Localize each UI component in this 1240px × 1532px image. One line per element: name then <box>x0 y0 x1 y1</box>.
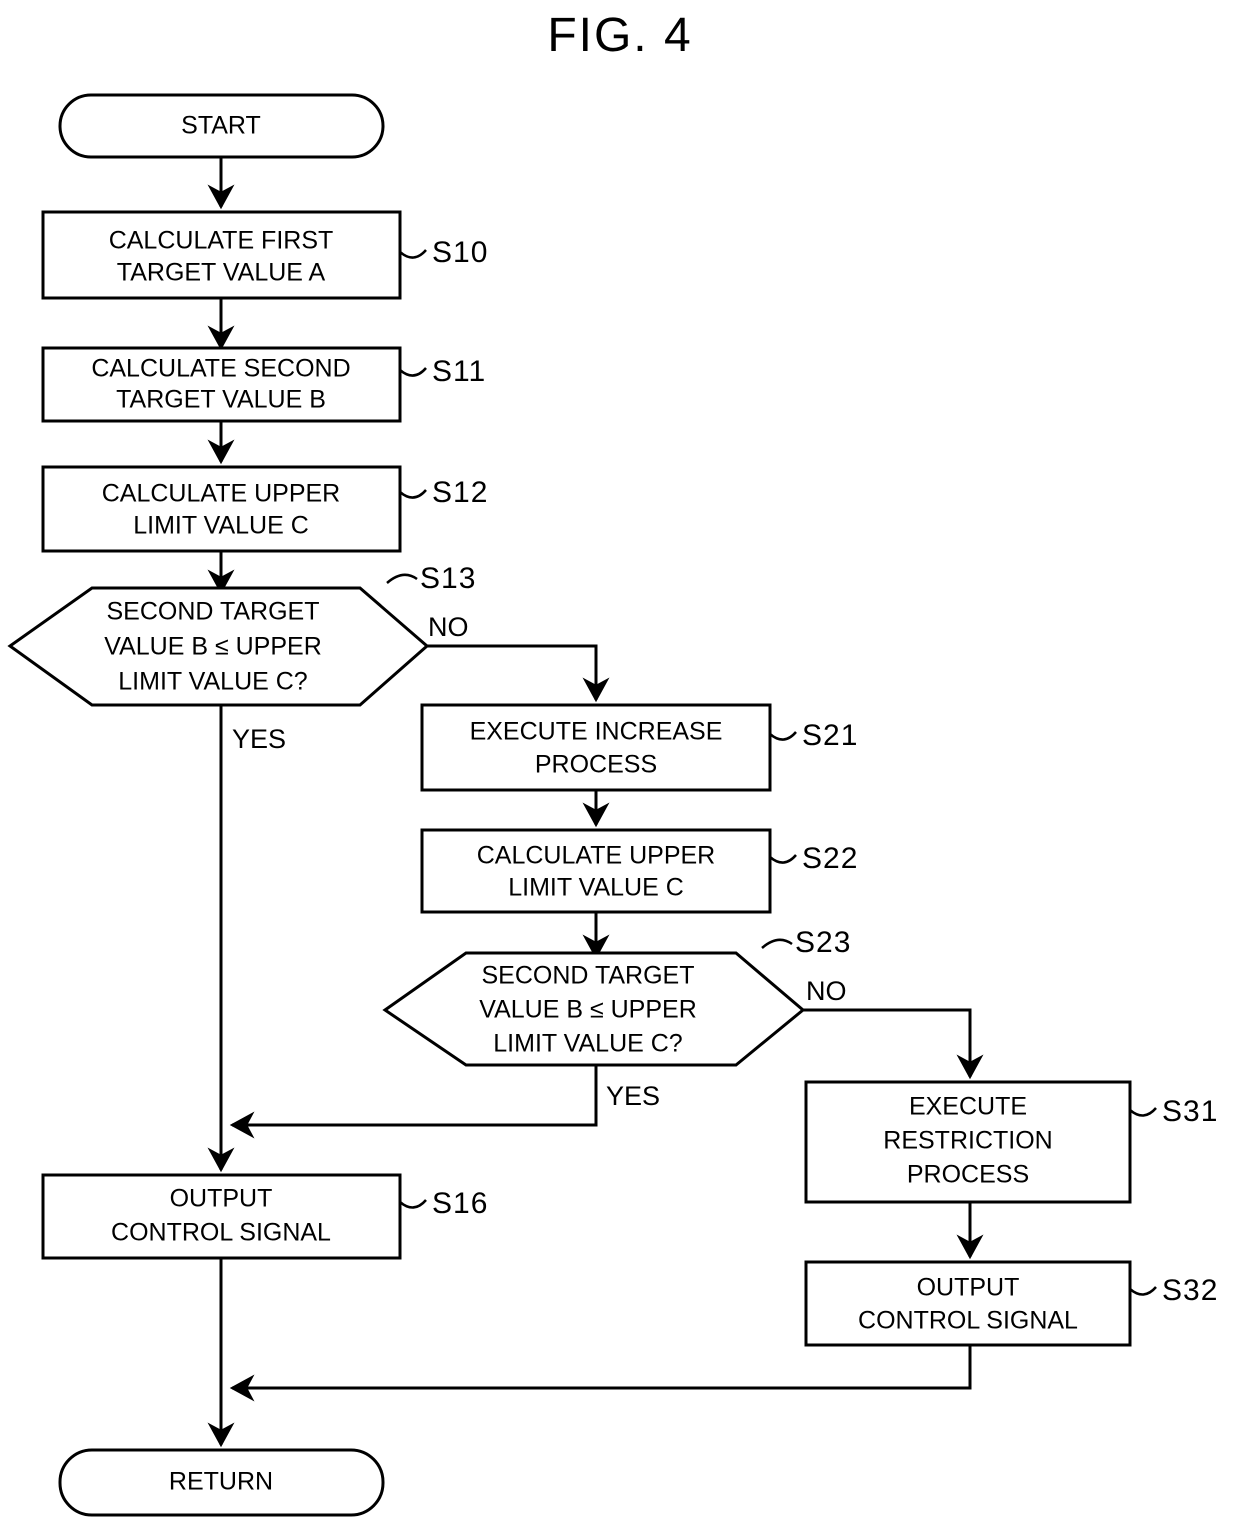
s31-label-line1: EXECUTE <box>909 1093 1027 1121</box>
connector-s32-to-main <box>229 1345 972 1402</box>
return-label: RETURN <box>169 1468 273 1496</box>
start-label: START <box>181 112 261 140</box>
s32-label-line1: OUTPUT <box>917 1274 1020 1302</box>
connector-s13-no-to-s21 <box>427 644 610 703</box>
s32-label-line2: CONTROL SIGNAL <box>858 1307 1078 1335</box>
s22-label-line2: LIMIT VALUE C <box>508 874 684 902</box>
s10-label-line1: CALCULATE FIRST <box>109 227 334 255</box>
s12-label-line2: LIMIT VALUE C <box>133 512 309 540</box>
s31-step-tag: S31 <box>1162 1095 1218 1128</box>
s23-no-label: NO <box>806 976 847 1006</box>
s32-tag-leader <box>1129 1286 1157 1296</box>
s32-step-tag: S32 <box>1162 1274 1218 1307</box>
s21-label-line1: EXECUTE INCREASE <box>470 718 723 746</box>
node-s13[interactable]: SECOND TARGET VALUE B ≤ UPPER LIMIT VALU… <box>7 562 476 754</box>
s23-yes-label: YES <box>606 1081 660 1111</box>
node-s23[interactable]: SECOND TARGET VALUE B ≤ UPPER LIMIT VALU… <box>382 926 851 1111</box>
s21-tag-leader <box>769 731 797 741</box>
s16-step-tag: S16 <box>432 1187 488 1220</box>
s12-label-line1: CALCULATE UPPER <box>102 480 341 508</box>
s13-tag-leader <box>386 573 418 584</box>
s31-label-line3: PROCESS <box>907 1161 1029 1189</box>
node-s10[interactable]: CALCULATE FIRST TARGET VALUE A S10 <box>41 210 488 300</box>
s22-step-tag: S22 <box>802 842 858 875</box>
s13-label-line1: SECOND TARGET <box>107 598 320 626</box>
s13-label-line3: LIMIT VALUE C? <box>118 668 307 696</box>
node-s11[interactable]: CALCULATE SECOND TARGET VALUE B S11 <box>41 346 486 423</box>
figure-page: FIG. 4 START CALCULATE FIRST TARGET VALU… <box>0 0 1240 1532</box>
flowchart-canvas: START CALCULATE FIRST TARGET VALUE A S10… <box>7 93 1218 1517</box>
s16-label-line2: CONTROL SIGNAL <box>111 1219 331 1247</box>
node-s21[interactable]: EXECUTE INCREASE PROCESS S21 <box>420 703 858 792</box>
s16-tag-leader <box>399 1199 427 1209</box>
s13-no-label: NO <box>428 612 469 642</box>
s16-label-line1: OUTPUT <box>170 1185 273 1213</box>
node-return[interactable]: RETURN <box>58 1448 385 1517</box>
s22-label-line1: CALCULATE UPPER <box>477 842 716 870</box>
node-s32[interactable]: OUTPUT CONTROL SIGNAL S32 <box>804 1260 1218 1347</box>
s11-label-line2: TARGET VALUE B <box>116 386 326 414</box>
s11-step-tag: S11 <box>432 355 486 388</box>
s23-tag-leader <box>761 938 793 949</box>
s11-tag-leader <box>399 367 427 377</box>
s23-label-line1: SECOND TARGET <box>482 962 695 990</box>
s31-tag-leader <box>1129 1107 1157 1117</box>
s13-step-tag: S13 <box>420 562 476 595</box>
s10-label-line2: TARGET VALUE A <box>117 259 326 287</box>
s10-step-tag: S10 <box>432 236 488 269</box>
s31-label-line2: RESTRICTION <box>883 1127 1052 1155</box>
s13-yes-label: YES <box>232 724 286 754</box>
s10-tag-leader <box>399 249 427 259</box>
s13-label-line2: VALUE B ≤ UPPER <box>104 633 322 661</box>
s23-label-line3: LIMIT VALUE C? <box>493 1030 682 1058</box>
node-start[interactable]: START <box>58 93 385 159</box>
s12-tag-leader <box>399 489 427 499</box>
node-s16[interactable]: OUTPUT CONTROL SIGNAL S16 <box>41 1173 488 1260</box>
s23-label-line2: VALUE B ≤ UPPER <box>479 996 697 1024</box>
connector-s23-yes-to-main <box>229 1065 598 1139</box>
node-s31[interactable]: EXECUTE RESTRICTION PROCESS S31 <box>804 1080 1218 1204</box>
s23-step-tag: S23 <box>795 926 851 959</box>
node-s22[interactable]: CALCULATE UPPER LIMIT VALUE C S22 <box>420 828 858 914</box>
node-s12[interactable]: CALCULATE UPPER LIMIT VALUE C S12 <box>41 465 488 553</box>
s22-tag-leader <box>769 854 797 864</box>
connector-s23-no-to-s31 <box>803 1008 984 1080</box>
s21-step-tag: S21 <box>802 719 858 752</box>
s12-step-tag: S12 <box>432 476 488 509</box>
s11-label-line1: CALCULATE SECOND <box>91 355 350 383</box>
s21-label-line2: PROCESS <box>535 751 657 779</box>
